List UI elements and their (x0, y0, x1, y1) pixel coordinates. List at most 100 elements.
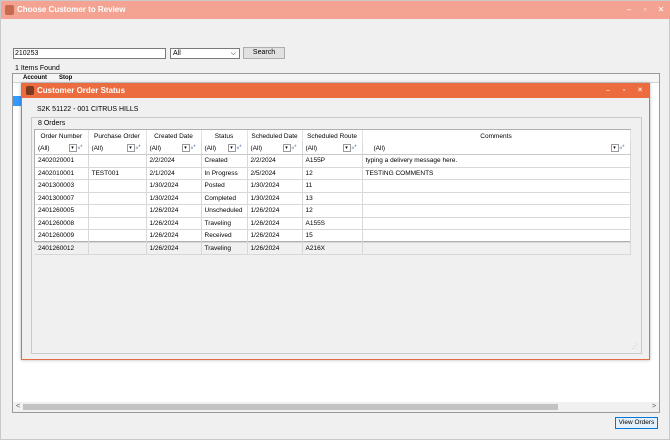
cell-scheduled-date[interactable]: 1/30/2024 (247, 179, 303, 193)
filter-select[interactable]: All ⌵ (170, 48, 240, 59)
dialog-minimize-button[interactable]: – (603, 86, 613, 96)
filter-dropdown-icon[interactable]: ▾ (342, 144, 351, 152)
filter-cell[interactable]: (All) ▾ ℴ* (247, 142, 303, 155)
cell-scheduled-route[interactable]: 15 (302, 229, 363, 243)
scrollbar-thumb[interactable] (23, 404, 558, 410)
filter-options-icon[interactable]: ℴ* (136, 144, 146, 152)
results-col-stop[interactable]: Stop (59, 74, 72, 83)
cell-comments[interactable]: TESTING COMMENTS (362, 167, 631, 180)
cell-order-number[interactable]: 2401260008 (35, 217, 89, 230)
cell-scheduled-route[interactable]: 13 (302, 192, 363, 205)
cell-comments[interactable] (362, 179, 631, 193)
search-button[interactable]: Search (243, 47, 285, 59)
cell-scheduled-route[interactable]: A155S (302, 217, 363, 230)
col-scheduled-date[interactable]: Scheduled Date (247, 130, 303, 142)
view-orders-button[interactable]: View Orders (615, 417, 658, 429)
table-row[interactable]: 2401260009 1/26/2024 Received 1/26/2024 15 (35, 229, 631, 243)
cell-created-date[interactable]: 1/26/2024 (146, 204, 202, 218)
cell-created-date[interactable]: 1/30/2024 (146, 192, 202, 205)
search-input[interactable]: 210253 (13, 48, 166, 59)
cell-purchase-order[interactable] (88, 204, 147, 218)
cell-status[interactable]: Traveling (201, 217, 248, 230)
cell-created-date[interactable]: 1/26/2024 (146, 217, 202, 230)
cell-scheduled-date[interactable]: 1/30/2024 (247, 192, 303, 205)
cell-created-date[interactable]: 1/30/2024 (146, 179, 202, 193)
scroll-right-arrow[interactable]: > (649, 402, 659, 412)
cell-status[interactable]: In Progress (201, 167, 248, 180)
filter-options-icon[interactable]: ℴ* (78, 144, 88, 152)
cell-order-number[interactable]: 2401260005 (35, 204, 89, 218)
cell-status[interactable]: Unscheduled (201, 204, 248, 218)
cell-scheduled-date[interactable]: 2/2/2024 (247, 154, 303, 168)
filter-cell[interactable]: (All) ▾ ℴ* (362, 142, 631, 155)
results-col-account[interactable]: Account (23, 74, 47, 83)
filter-dropdown-icon[interactable]: ▾ (126, 144, 135, 152)
window-title-bar[interactable]: Choose Customer to Review – ▫ ✕ (1, 1, 670, 19)
filter-cell[interactable]: (All) ▾ ℴ* (35, 142, 89, 155)
cell-purchase-order[interactable]: TEST001 (88, 167, 147, 180)
cell-order-number[interactable]: 2402020001 (35, 154, 89, 168)
filter-options-icon[interactable]: ℴ* (292, 144, 302, 152)
filter-cell[interactable]: (All) ▾ ℴ* (88, 142, 147, 155)
resize-grip-icon[interactable]: ⋰ (632, 343, 638, 350)
cell-purchase-order[interactable] (88, 229, 147, 243)
filter-options-icon[interactable]: ℴ* (352, 144, 362, 152)
table-row[interactable]: 2402010001 TEST001 2/1/2024 In Progress 2/5/… (35, 167, 631, 180)
cell-purchase-order[interactable] (88, 179, 147, 193)
cell-scheduled-route[interactable]: 12 (302, 167, 363, 180)
dialog-title-bar[interactable]: Customer Order Status – ▫ ✕ (22, 84, 649, 98)
cell-scheduled-date[interactable]: 1/26/2024 (247, 229, 303, 243)
minimize-button[interactable]: – (623, 5, 635, 15)
table-row[interactable]: 2402020001 2/2/2024 Created 2/2/2024 A155P ty… (35, 154, 631, 168)
col-comments[interactable]: Comments (362, 130, 631, 142)
cell-purchase-order[interactable] (88, 192, 147, 205)
cell-comments[interactable] (362, 242, 631, 255)
cell-comments[interactable] (362, 204, 631, 218)
cell-order-number[interactable]: 2401260009 (35, 229, 89, 243)
cell-order-number[interactable]: 2402010001 (35, 167, 89, 180)
table-row[interactable]: 2401300003 1/30/2024 Posted 1/30/2024 11 (35, 179, 631, 193)
col-created-date[interactable]: Created Date (146, 130, 202, 142)
table-row[interactable]: 2401260012 1/26/2024 Traveling 1/26/2024 A21… (35, 242, 631, 255)
cell-scheduled-route[interactable]: A155P (302, 154, 363, 168)
cell-comments[interactable] (362, 217, 631, 230)
cell-order-number[interactable]: 2401300003 (35, 179, 89, 193)
cell-comments[interactable] (362, 192, 631, 205)
cell-scheduled-route[interactable]: 12 (302, 204, 363, 218)
filter-options-icon[interactable]: ℴ* (237, 144, 247, 152)
filter-cell[interactable]: (All) ▾ ℴ* (146, 142, 202, 155)
cell-order-number[interactable]: 2401260012 (35, 242, 89, 255)
orders-grid[interactable]: Order Number Purchase Order Created Date… (34, 129, 631, 255)
cell-comments[interactable]: typing a delivery message here. (362, 154, 631, 168)
cell-status[interactable]: Created (201, 154, 248, 168)
col-scheduled-route[interactable]: Scheduled Route (302, 130, 363, 142)
cell-created-date[interactable]: 1/26/2024 (146, 242, 202, 255)
cell-purchase-order[interactable] (88, 217, 147, 230)
filter-options-icon[interactable]: ℴ* (620, 144, 630, 152)
table-row[interactable]: 2401260008 1/26/2024 Traveling 1/26/2024 A15… (35, 217, 631, 230)
cell-status[interactable]: Posted (201, 179, 248, 193)
dialog-close-button[interactable]: ✕ (635, 86, 645, 96)
scroll-left-arrow[interactable]: < (13, 402, 23, 412)
dialog-maximize-button[interactable]: ▫ (619, 86, 629, 96)
table-row[interactable]: 2401260005 1/26/2024 Unscheduled 1/26/2024 1… (35, 204, 631, 218)
cell-created-date[interactable]: 1/26/2024 (146, 229, 202, 243)
cell-created-date[interactable]: 2/1/2024 (146, 167, 202, 180)
close-button[interactable]: ✕ (655, 5, 667, 15)
cell-purchase-order[interactable] (88, 242, 147, 255)
cell-created-date[interactable]: 2/2/2024 (146, 154, 202, 168)
filter-cell[interactable]: (All) ▾ ℴ* (201, 142, 248, 155)
filter-cell[interactable]: (All) ▾ ℴ* (302, 142, 363, 155)
cell-status[interactable]: Traveling (201, 242, 248, 255)
cell-scheduled-date[interactable]: 1/26/2024 (247, 242, 303, 255)
cell-status[interactable]: Received (201, 229, 248, 243)
cell-status[interactable]: Completed (201, 192, 248, 205)
horizontal-scrollbar[interactable]: < > (13, 402, 659, 412)
cell-purchase-order[interactable] (88, 154, 147, 168)
cell-scheduled-date[interactable]: 1/26/2024 (247, 217, 303, 230)
col-order-number[interactable]: Order Number (35, 130, 89, 142)
cell-scheduled-date[interactable]: 2/5/2024 (247, 167, 303, 180)
filter-dropdown-icon[interactable]: ▾ (610, 144, 619, 152)
filter-options-icon[interactable]: ℴ* (191, 144, 201, 152)
cell-scheduled-date[interactable]: 1/26/2024 (247, 204, 303, 218)
